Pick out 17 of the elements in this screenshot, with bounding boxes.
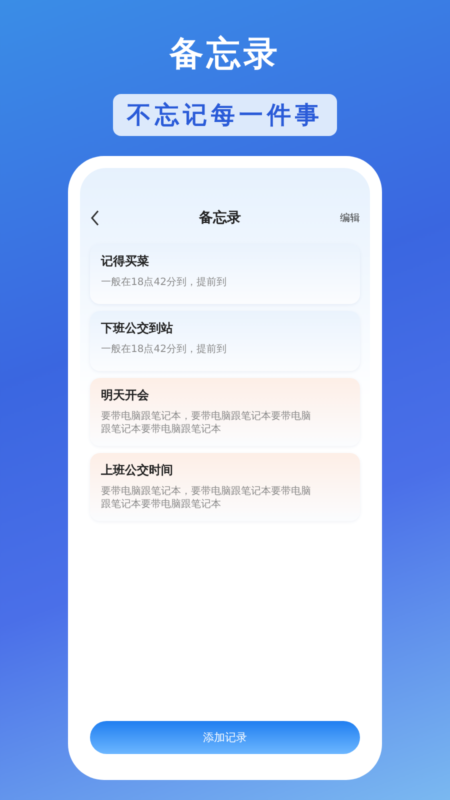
edit-link[interactable]: 编辑 xyxy=(340,211,360,225)
note-title: 明天开会 xyxy=(101,387,150,404)
note-title: 上班公交时间 xyxy=(101,462,174,479)
note-title: 记得买菜 xyxy=(101,253,150,270)
screen-title: 备忘录 xyxy=(199,209,241,227)
app-title: 备忘录 xyxy=(170,33,280,76)
note-card[interactable]: 明天开会 要带电脑跟笔记本，要带电脑跟笔记本要带电脑跟笔记本要带电脑跟笔记本 xyxy=(90,378,360,446)
note-title: 下班公交到站 xyxy=(101,320,174,337)
note-text: 要带电脑跟笔记本，要带电脑跟笔记本要带电脑跟笔记本要带电脑跟笔记本 xyxy=(101,485,312,511)
back-icon[interactable] xyxy=(90,210,100,226)
tagline-banner: 不忘记每一件事 xyxy=(113,94,337,136)
note-card[interactable]: 记得买菜 一般在18点42分到，提前到 xyxy=(90,244,360,304)
note-text: 要带电脑跟笔记本，要带电脑跟笔记本要带电脑跟笔记本要带电脑跟笔记本 xyxy=(101,410,312,436)
note-card[interactable]: 上班公交时间 要带电脑跟笔记本，要带电脑跟笔记本要带电脑跟笔记本要带电脑跟笔记本 xyxy=(90,453,360,521)
note-card[interactable]: 下班公交到站 一般在18点42分到，提前到 xyxy=(90,311,360,371)
note-text: 一般在18点42分到，提前到 xyxy=(101,343,228,356)
note-text: 一般在18点42分到，提前到 xyxy=(101,276,228,289)
